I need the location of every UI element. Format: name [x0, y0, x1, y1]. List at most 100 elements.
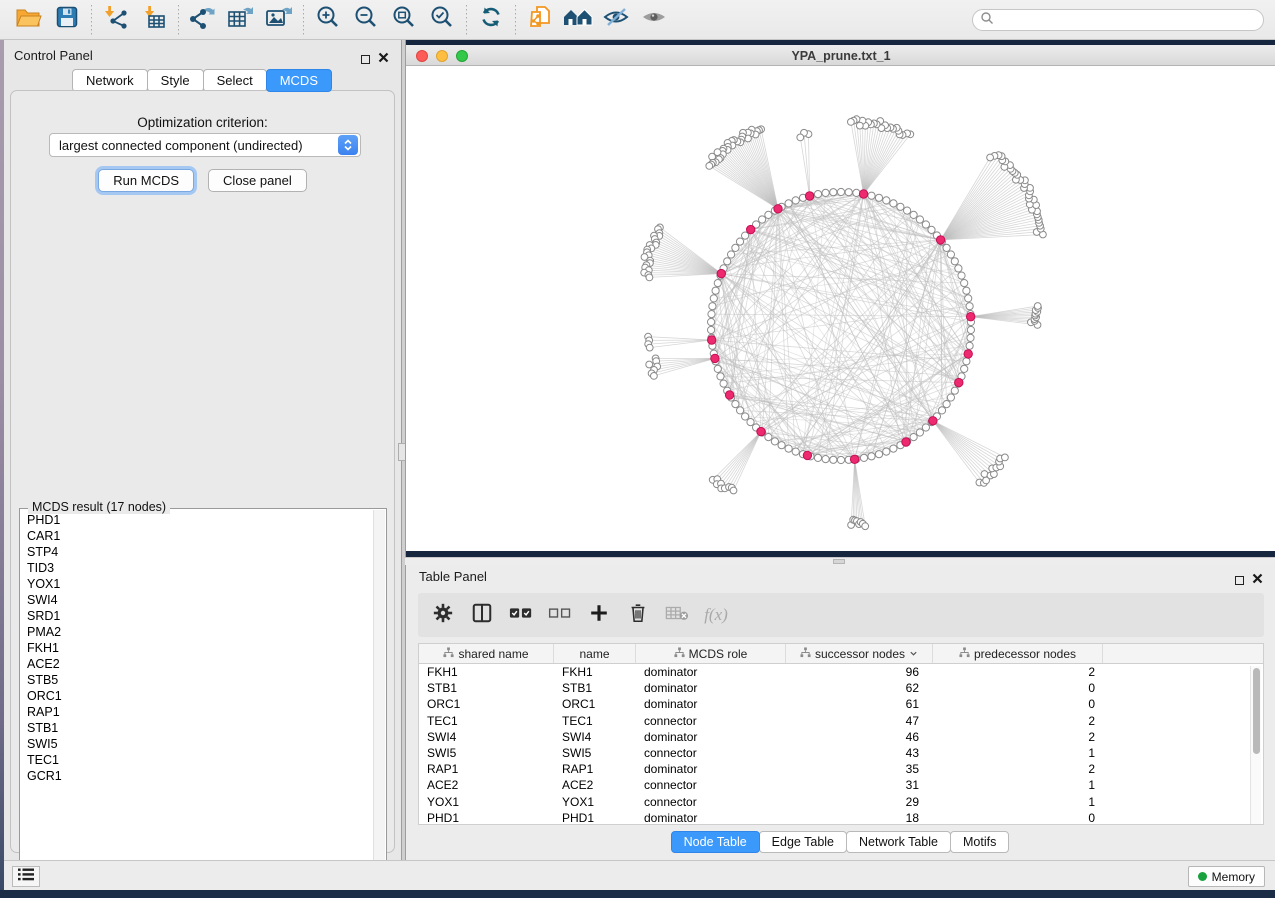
mcds-result-item[interactable]: STB5: [27, 672, 373, 688]
network-node[interactable]: [862, 523, 869, 530]
network-node[interactable]: [848, 119, 855, 126]
network-node[interactable]: [830, 456, 837, 463]
mcds-dominator-node[interactable]: [929, 417, 937, 425]
network-node[interactable]: [947, 394, 954, 401]
network-canvas[interactable]: [406, 66, 1275, 551]
network-node[interactable]: [724, 258, 731, 265]
select-all-button[interactable]: [506, 600, 536, 630]
mcds-result-item[interactable]: FKH1: [27, 640, 373, 656]
float-panel-icon[interactable]: [361, 55, 370, 64]
network-node[interactable]: [955, 265, 962, 272]
close-panel-button[interactable]: Close panel: [208, 169, 307, 192]
network-node[interactable]: [951, 258, 958, 265]
mcds-dominator-node[interactable]: [803, 451, 811, 459]
close-window-icon[interactable]: [416, 50, 428, 62]
delete-column-button[interactable]: [623, 600, 653, 630]
network-node[interactable]: [987, 154, 994, 161]
tab-network[interactable]: Network: [72, 69, 148, 92]
column-header[interactable]: name: [554, 644, 636, 663]
network-node[interactable]: [966, 342, 973, 349]
memory-button[interactable]: Memory: [1188, 866, 1265, 887]
mcds-dominator-node[interactable]: [747, 225, 755, 233]
network-node[interactable]: [792, 448, 799, 455]
tab-mcds[interactable]: MCDS: [266, 69, 332, 92]
refresh-button[interactable]: [472, 3, 510, 37]
zoom-fit-button[interactable]: [385, 3, 423, 37]
mcds-result-item[interactable]: TID3: [27, 560, 373, 576]
first-neighbors-button[interactable]: [559, 3, 597, 37]
mcds-result-scrollbar[interactable]: [373, 510, 385, 876]
export-table-button[interactable]: [222, 3, 260, 37]
tab-select[interactable]: Select: [203, 69, 267, 92]
network-node[interactable]: [737, 407, 744, 414]
network-node[interactable]: [910, 434, 917, 441]
network-node[interactable]: [1034, 303, 1041, 310]
mcds-dominator-node[interactable]: [964, 350, 972, 358]
table-row[interactable]: TEC1TEC1connector472: [419, 713, 1263, 729]
network-node[interactable]: [963, 358, 970, 365]
zoom-selected-button[interactable]: [423, 3, 461, 37]
network-node[interactable]: [943, 401, 950, 408]
mcds-dominator-node[interactable]: [936, 236, 944, 244]
function-builder-button[interactable]: f(x): [701, 600, 731, 630]
mcds-result-item[interactable]: SRD1: [27, 608, 373, 624]
network-node[interactable]: [742, 413, 749, 420]
mcds-result-item[interactable]: TEC1: [27, 752, 373, 768]
network-node[interactable]: [967, 326, 974, 333]
search-input[interactable]: [994, 11, 1263, 29]
network-node[interactable]: [814, 191, 821, 198]
import-table-button[interactable]: [135, 3, 173, 37]
network-node[interactable]: [732, 401, 739, 408]
network-node[interactable]: [708, 318, 715, 325]
export-image-button[interactable]: [260, 3, 298, 37]
network-node[interactable]: [958, 272, 965, 279]
network-node[interactable]: [709, 303, 716, 310]
table-row[interactable]: RAP1RAP1dominator352: [419, 761, 1263, 777]
network-node[interactable]: [778, 442, 785, 449]
mcds-result-item[interactable]: SWI4: [27, 592, 373, 608]
mcds-result-item[interactable]: ORC1: [27, 688, 373, 704]
add-column-button[interactable]: [584, 600, 614, 630]
network-node[interactable]: [916, 429, 923, 436]
network-node[interactable]: [714, 280, 721, 287]
network-node[interactable]: [966, 303, 973, 310]
network-node[interactable]: [922, 424, 929, 431]
table-row[interactable]: SWI4SWI4dominator462: [419, 729, 1263, 745]
mcds-result-item[interactable]: CAR1: [27, 528, 373, 544]
network-node[interactable]: [785, 445, 792, 452]
network-node[interactable]: [883, 448, 890, 455]
network-node[interactable]: [728, 251, 735, 258]
tab-network-table[interactable]: Network Table: [846, 831, 951, 853]
mcds-result-item[interactable]: RAP1: [27, 704, 373, 720]
network-node[interactable]: [938, 407, 945, 414]
mcds-dominator-node[interactable]: [955, 378, 963, 386]
network-node[interactable]: [965, 295, 972, 302]
network-node[interactable]: [947, 251, 954, 258]
network-node[interactable]: [822, 456, 829, 463]
mcds-result-item[interactable]: GCR1: [27, 768, 373, 784]
network-node[interactable]: [736, 238, 743, 245]
network-node[interactable]: [910, 211, 917, 218]
horizontal-splitter[interactable]: [405, 557, 1275, 565]
network-node[interactable]: [868, 453, 875, 460]
network-node[interactable]: [646, 344, 653, 351]
table-row[interactable]: ORC1ORC1dominator610: [419, 696, 1263, 712]
network-node[interactable]: [922, 221, 929, 228]
network-node[interactable]: [822, 189, 829, 196]
network-node[interactable]: [875, 194, 882, 201]
table-settings-button[interactable]: [428, 600, 458, 630]
tab-node-table[interactable]: Node Table: [671, 831, 760, 853]
run-mcds-button[interactable]: Run MCDS: [98, 169, 194, 192]
network-node[interactable]: [646, 274, 653, 281]
table-row[interactable]: SWI5SWI5connector431: [419, 745, 1263, 761]
import-network-button[interactable]: [97, 3, 135, 37]
mcds-dominator-node[interactable]: [859, 190, 867, 198]
network-node[interactable]: [897, 203, 904, 210]
network-node[interactable]: [845, 189, 852, 196]
network-node[interactable]: [759, 216, 766, 223]
network-node[interactable]: [785, 200, 792, 207]
network-node[interactable]: [890, 200, 897, 207]
network-node[interactable]: [797, 134, 804, 141]
network-node[interactable]: [747, 419, 754, 426]
network-node[interactable]: [732, 244, 739, 251]
